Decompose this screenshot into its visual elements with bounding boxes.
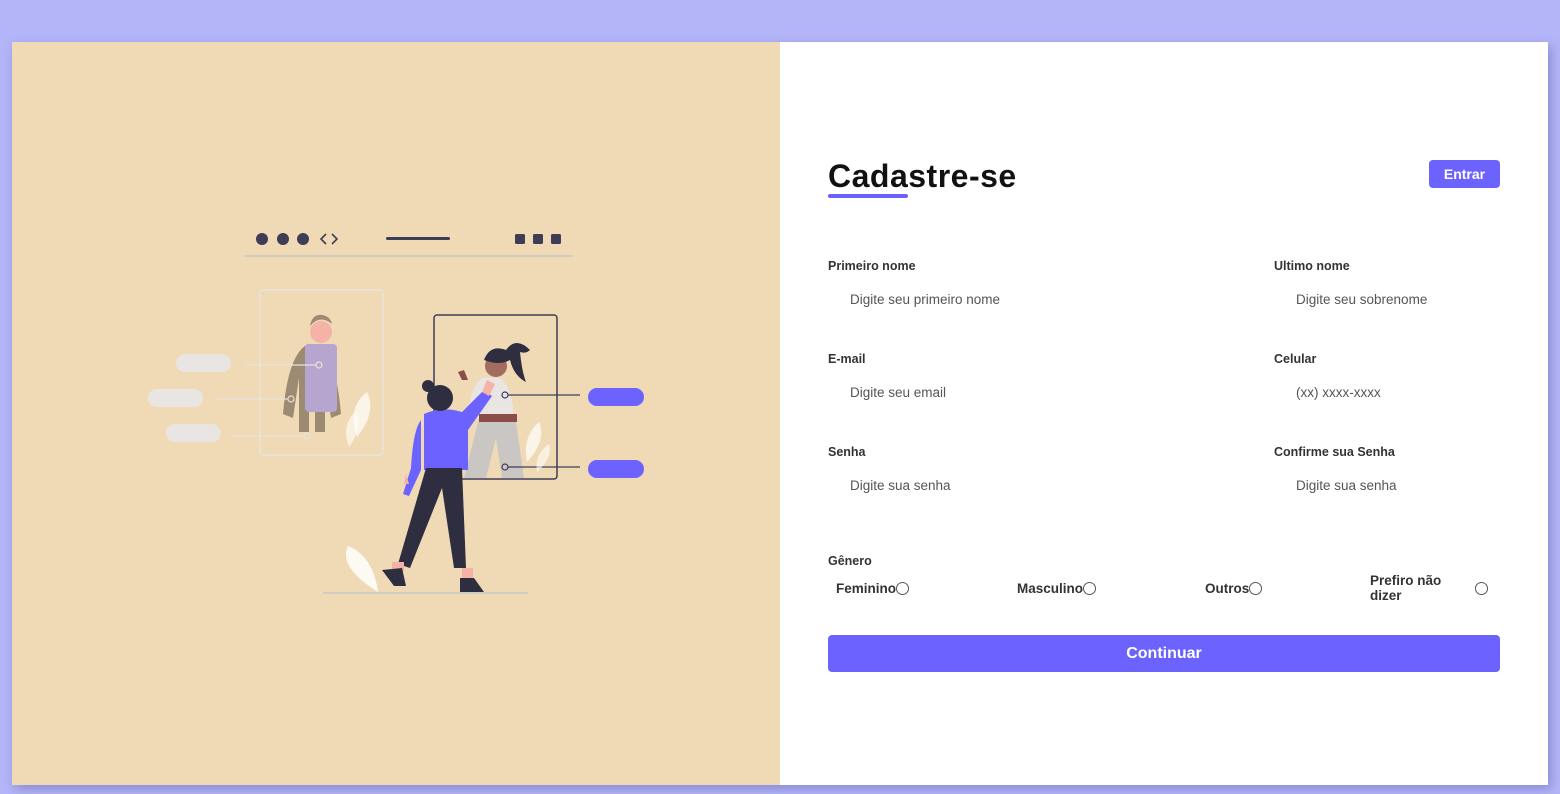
phone-input[interactable] — [1274, 379, 1494, 405]
fashion-tryon-illustration — [148, 233, 644, 594]
gender-option-label: Masculino — [1017, 580, 1084, 596]
password-group: Senha — [828, 443, 1048, 498]
gender-option-label: Feminino — [836, 580, 896, 596]
radio-masculino[interactable] — [1083, 581, 1097, 595]
first-name-input[interactable] — [828, 286, 1048, 312]
gender-option-masculino[interactable]: Masculino — [1017, 578, 1097, 598]
gender-option-label: Prefiro não dizer — [1370, 573, 1442, 603]
first-name-label: Primeiro nome — [828, 259, 916, 273]
first-name-group: Primeiro nome — [828, 257, 1048, 312]
title-underline — [828, 194, 908, 198]
gender-option-outros[interactable]: Outros — [1205, 578, 1263, 598]
radio-prefiro-nao-dizer[interactable] — [1475, 581, 1488, 595]
form-header: Cadastre-se Entrar — [828, 156, 1500, 216]
login-button[interactable]: Entrar — [1429, 160, 1500, 188]
signup-form-panel: Cadastre-se Entrar Primeiro nome Ultimo … — [780, 42, 1548, 785]
gender-title: Gênero — [828, 554, 872, 568]
radio-outros[interactable] — [1249, 581, 1263, 595]
phone-label: Celular — [1274, 352, 1317, 366]
email-input[interactable] — [828, 379, 1048, 405]
gender-radio-group: Feminino Masculino Outros Prefiro não di… — [836, 573, 1488, 603]
radio-feminino[interactable] — [896, 581, 909, 595]
password-input[interactable] — [828, 472, 1048, 498]
email-label: E-mail — [828, 352, 866, 366]
continue-button[interactable]: Continuar — [828, 635, 1500, 672]
gender-option-feminino[interactable]: Feminino — [836, 578, 909, 598]
page-title: Cadastre-se — [828, 158, 1017, 194]
gender-option-label: Outros — [1205, 580, 1250, 596]
password-label: Senha — [828, 445, 866, 459]
confirm-password-group: Confirme sua Senha — [1274, 443, 1494, 498]
man-frame-graphic — [148, 289, 384, 456]
browser-toolbar-graphic — [245, 233, 573, 257]
confirm-password-input[interactable] — [1274, 472, 1494, 498]
signup-card: Cadastre-se Entrar Primeiro nome Ultimo … — [12, 42, 1548, 785]
confirm-password-label: Confirme sua Senha — [1274, 445, 1395, 459]
illustration-panel — [12, 42, 780, 785]
last-name-input[interactable] — [1274, 286, 1494, 312]
phone-group: Celular — [1274, 350, 1494, 405]
email-group: E-mail — [828, 350, 1048, 405]
gender-option-prefiro-nao-dizer[interactable]: Prefiro não dizer — [1370, 573, 1488, 603]
last-name-label: Ultimo nome — [1274, 259, 1350, 273]
last-name-group: Ultimo nome — [1274, 257, 1494, 312]
